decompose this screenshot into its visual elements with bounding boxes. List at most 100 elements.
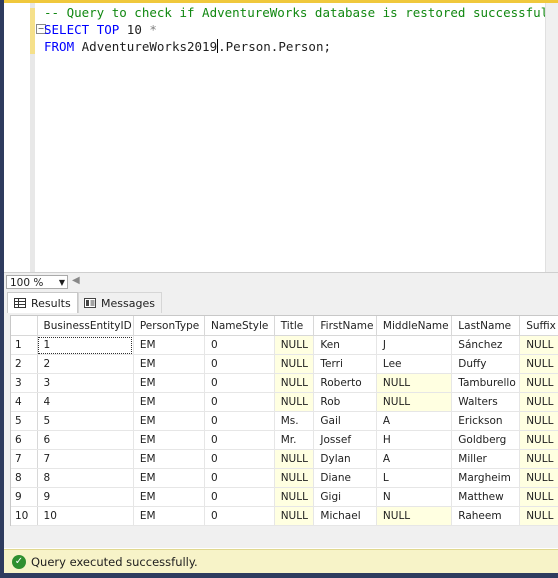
- grid-cell[interactable]: NULL: [519, 449, 558, 469]
- column-header[interactable]: LastName: [451, 316, 521, 336]
- tab-results[interactable]: Results: [7, 292, 78, 313]
- grid-cell[interactable]: EM: [133, 335, 205, 355]
- grid-cell[interactable]: NULL: [376, 392, 453, 412]
- grid-cell[interactable]: Gigi: [313, 487, 377, 507]
- grid-cell[interactable]: 0: [204, 392, 275, 412]
- grid-cell[interactable]: EM: [133, 373, 205, 393]
- grid-cell[interactable]: A: [376, 411, 453, 431]
- grid-cell[interactable]: 0: [204, 354, 275, 374]
- grid-cell[interactable]: NULL: [519, 335, 558, 355]
- grid-cell[interactable]: Jossef: [313, 430, 377, 450]
- grid-cell[interactable]: L: [376, 468, 453, 488]
- grid-cell[interactable]: NULL: [274, 335, 315, 355]
- grid-cell[interactable]: N: [376, 487, 453, 507]
- grid-cell[interactable]: NULL: [376, 373, 453, 393]
- grid-cell[interactable]: 2: [37, 354, 134, 374]
- table-row[interactable]: 1 1 EM 0 NULL Ken J Sánchez NULL: [11, 335, 558, 355]
- grid-cell[interactable]: NULL: [519, 373, 558, 393]
- scroll-left-icon[interactable]: ◀: [72, 275, 80, 286]
- grid-cell[interactable]: Ken: [313, 335, 377, 355]
- table-row[interactable]: 4 4 EM 0 NULL Rob NULL Walters NULL: [11, 392, 558, 412]
- results-grid[interactable]: BusinessEntityID PersonType NameStyle Ti…: [10, 315, 558, 526]
- grid-cell[interactable]: NULL: [274, 506, 315, 526]
- grid-cell[interactable]: Margheim: [451, 468, 521, 488]
- grid-cell[interactable]: EM: [133, 430, 205, 450]
- grid-cell[interactable]: EM: [133, 468, 205, 488]
- grid-cell[interactable]: Miller: [451, 449, 521, 469]
- grid-cell[interactable]: Duffy: [451, 354, 521, 374]
- row-number-cell[interactable]: 3: [11, 373, 38, 393]
- grid-cell[interactable]: 5: [37, 411, 134, 431]
- grid-cell[interactable]: NULL: [519, 411, 558, 431]
- column-header[interactable]: MiddleName: [376, 316, 453, 336]
- grid-cell[interactable]: NULL: [519, 354, 558, 374]
- grid-cell[interactable]: 8: [37, 468, 134, 488]
- grid-cell[interactable]: 0: [204, 487, 275, 507]
- column-header[interactable]: PersonType: [133, 316, 205, 336]
- grid-cell[interactable]: Walters: [451, 392, 521, 412]
- row-number-cell[interactable]: 7: [11, 449, 38, 469]
- grid-cell[interactable]: 0: [204, 468, 275, 488]
- grid-cell[interactable]: Matthew: [451, 487, 521, 507]
- grid-cell[interactable]: Diane: [313, 468, 377, 488]
- grid-cell[interactable]: 9: [37, 487, 134, 507]
- column-header[interactable]: NameStyle: [204, 316, 275, 336]
- table-row[interactable]: 7 7 EM 0 NULL Dylan A Miller NULL: [11, 449, 558, 469]
- grid-cell[interactable]: NULL: [519, 487, 558, 507]
- grid-cell[interactable]: NULL: [274, 373, 315, 393]
- row-number-cell[interactable]: 1: [11, 335, 38, 355]
- grid-cell[interactable]: A: [376, 449, 453, 469]
- grid-cell[interactable]: EM: [133, 506, 205, 526]
- grid-cell[interactable]: NULL: [519, 506, 558, 526]
- grid-cell[interactable]: 7: [37, 449, 134, 469]
- column-header[interactable]: FirstName: [313, 316, 377, 336]
- grid-cell[interactable]: 0: [204, 373, 275, 393]
- grid-cell[interactable]: NULL: [274, 354, 315, 374]
- grid-cell[interactable]: Dylan: [313, 449, 377, 469]
- grid-cell[interactable]: Rob: [313, 392, 377, 412]
- grid-cell[interactable]: Gail: [313, 411, 377, 431]
- grid-cell[interactable]: NULL: [274, 449, 315, 469]
- grid-cell[interactable]: 10: [37, 506, 134, 526]
- chevron-down-icon[interactable]: ▼: [59, 276, 65, 290]
- table-row[interactable]: 3 3 EM 0 NULL Roberto NULL Tamburello NULL: [11, 373, 558, 393]
- sql-code[interactable]: -- Query to check if AdventureWorks data…: [44, 4, 558, 55]
- grid-cell[interactable]: 4: [37, 392, 134, 412]
- grid-cell[interactable]: Lee: [376, 354, 453, 374]
- grid-cell[interactable]: Ms.: [274, 411, 315, 431]
- grid-cell[interactable]: Michael: [313, 506, 377, 526]
- grid-cell[interactable]: 0: [204, 411, 275, 431]
- row-number-cell[interactable]: 9: [11, 487, 38, 507]
- grid-cell[interactable]: EM: [133, 411, 205, 431]
- grid-cell[interactable]: EM: [133, 354, 205, 374]
- column-header[interactable]: BusinessEntityID: [37, 316, 134, 336]
- grid-cell[interactable]: 1: [37, 335, 134, 355]
- grid-cell[interactable]: NULL: [519, 430, 558, 450]
- grid-cell[interactable]: 0: [204, 430, 275, 450]
- grid-cell[interactable]: Mr.: [274, 430, 315, 450]
- grid-cell[interactable]: 3: [37, 373, 134, 393]
- grid-cell[interactable]: EM: [133, 449, 205, 469]
- table-row[interactable]: 6 6 EM 0 Mr. Jossef H Goldberg NULL: [11, 430, 558, 450]
- column-header[interactable]: Title: [274, 316, 315, 336]
- grid-cell[interactable]: Tamburello: [451, 373, 521, 393]
- tab-messages[interactable]: Messages: [78, 292, 162, 313]
- row-number-cell[interactable]: 10: [11, 506, 38, 526]
- grid-cell[interactable]: EM: [133, 392, 205, 412]
- grid-cell[interactable]: NULL: [274, 392, 315, 412]
- table-row[interactable]: 8 8 EM 0 NULL Diane L Margheim NULL: [11, 468, 558, 488]
- grid-cell[interactable]: EM: [133, 487, 205, 507]
- row-number-cell[interactable]: 6: [11, 430, 38, 450]
- editor-vertical-scrollbar[interactable]: [545, 0, 558, 272]
- column-header[interactable]: Suffix: [519, 316, 558, 336]
- row-number-cell[interactable]: 2: [11, 354, 38, 374]
- row-number-cell[interactable]: 5: [11, 411, 38, 431]
- grid-cell[interactable]: NULL: [274, 468, 315, 488]
- grid-cell[interactable]: Erickson: [451, 411, 521, 431]
- query-editor[interactable]: − -- Query to check if AdventureWorks da…: [4, 0, 558, 272]
- grid-cell[interactable]: H: [376, 430, 453, 450]
- grid-cell[interactable]: Terri: [313, 354, 377, 374]
- row-number-cell[interactable]: 8: [11, 468, 38, 488]
- grid-cell[interactable]: 0: [204, 506, 275, 526]
- table-row[interactable]: 10 10 EM 0 NULL Michael NULL Raheem NULL: [11, 506, 558, 526]
